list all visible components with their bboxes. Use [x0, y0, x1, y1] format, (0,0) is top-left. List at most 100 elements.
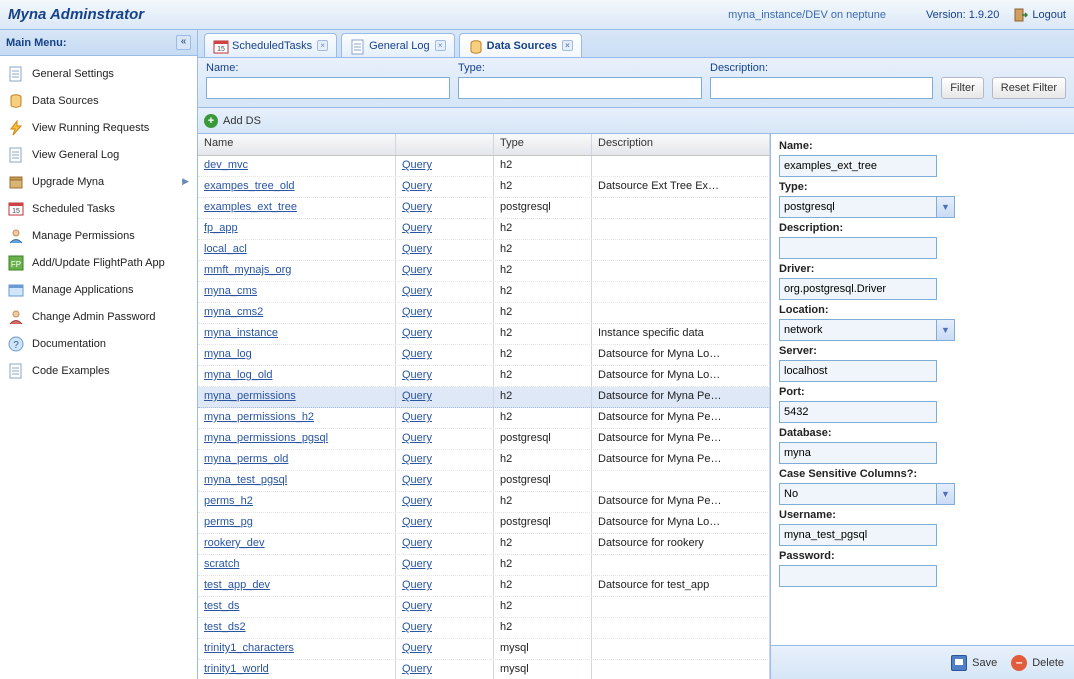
query-link[interactable]: Query [402, 642, 432, 654]
logout-button[interactable]: Logout [1014, 8, 1066, 22]
query-link[interactable]: Query [402, 621, 432, 633]
table-row[interactable]: examples_ext_tree Query postgresql [198, 198, 770, 219]
table-row[interactable]: myna_test_pgsql Query postgresql [198, 471, 770, 492]
sidebar-item-upgrade-myna[interactable]: Upgrade Myna ▶ [0, 168, 197, 195]
query-link[interactable]: Query [402, 537, 432, 549]
ds-name-link[interactable]: scratch [204, 558, 239, 570]
ds-name-link[interactable]: perms_pg [204, 516, 253, 528]
table-row[interactable]: perms_pg Query postgresql Datsource for … [198, 513, 770, 534]
table-row[interactable]: myna_permissions_h2 Query h2 Datsource f… [198, 408, 770, 429]
sidebar-item-data-sources[interactable]: Data Sources [0, 87, 197, 114]
fld-type-caret[interactable]: ▼ [937, 196, 955, 218]
sidebar-item-add-update-flightpath-app[interactable]: FP Add/Update FlightPath App [0, 249, 197, 276]
query-link[interactable]: Query [402, 243, 432, 255]
table-row[interactable]: myna_log_old Query h2 Datsource for Myna… [198, 366, 770, 387]
ds-name-link[interactable]: myna_log [204, 348, 252, 360]
ds-name-link[interactable]: test_ds2 [204, 621, 246, 633]
query-link[interactable]: Query [402, 474, 432, 486]
sidebar-item-code-examples[interactable]: Code Examples [0, 357, 197, 384]
table-row[interactable]: fp_app Query h2 [198, 219, 770, 240]
fld-server-input[interactable] [779, 360, 937, 382]
col-header-name[interactable]: Name [198, 134, 396, 155]
reset-filter-button[interactable]: Reset Filter [992, 77, 1066, 99]
table-row[interactable]: myna_permissions_pgsql Query postgresql … [198, 429, 770, 450]
ds-name-link[interactable]: myna_permissions_pgsql [204, 432, 328, 444]
table-row[interactable]: exampes_tree_old Query h2 Datsource Ext … [198, 177, 770, 198]
filter-name-input[interactable] [206, 77, 450, 99]
table-row[interactable]: myna_instance Query h2 Instance specific… [198, 324, 770, 345]
query-link[interactable]: Query [402, 558, 432, 570]
table-row[interactable]: perms_h2 Query h2 Datsource for Myna Pe… [198, 492, 770, 513]
fld-username-input[interactable] [779, 524, 937, 546]
table-row[interactable]: dev_mvc Query h2 [198, 156, 770, 177]
sidebar-item-general-settings[interactable]: General Settings [0, 60, 197, 87]
sidebar-item-change-admin-password[interactable]: Change Admin Password [0, 303, 197, 330]
ds-name-link[interactable]: dev_mvc [204, 159, 248, 171]
ds-name-link[interactable]: myna_permissions_h2 [204, 411, 314, 423]
ds-name-link[interactable]: myna_cms [204, 285, 257, 297]
ds-name-link[interactable]: myna_test_pgsql [204, 474, 287, 486]
ds-name-link[interactable]: fp_app [204, 222, 238, 234]
table-row[interactable]: mmft_mynajs_org Query h2 [198, 261, 770, 282]
table-row[interactable]: myna_cms Query h2 [198, 282, 770, 303]
query-link[interactable]: Query [402, 495, 432, 507]
sidebar-item-documentation[interactable]: ? Documentation [0, 330, 197, 357]
ds-name-link[interactable]: myna_instance [204, 327, 278, 339]
tab-close-button[interactable]: × [562, 40, 573, 51]
table-row[interactable]: test_ds2 Query h2 [198, 618, 770, 639]
ds-name-link[interactable]: examples_ext_tree [204, 201, 297, 213]
table-row[interactable]: myna_perms_old Query h2 Datsource for My… [198, 450, 770, 471]
query-link[interactable]: Query [402, 180, 432, 192]
query-link[interactable]: Query [402, 600, 432, 612]
ds-name-link[interactable]: myna_perms_old [204, 453, 288, 465]
table-row[interactable]: test_app_dev Query h2 Datsource for test… [198, 576, 770, 597]
fld-name-input[interactable] [779, 155, 937, 177]
tab-general-log[interactable]: General Log × [341, 33, 455, 57]
table-row[interactable]: myna_log Query h2 Datsource for Myna Lo… [198, 345, 770, 366]
sidebar-item-scheduled-tasks[interactable]: 15 Scheduled Tasks [0, 195, 197, 222]
query-link[interactable]: Query [402, 222, 432, 234]
table-row[interactable]: test_ds Query h2 [198, 597, 770, 618]
ds-name-link[interactable]: local_acl [204, 243, 247, 255]
sidebar-item-manage-applications[interactable]: Manage Applications [0, 276, 197, 303]
query-link[interactable]: Query [402, 369, 432, 381]
sidebar-item-view-running-requests[interactable]: View Running Requests [0, 114, 197, 141]
table-row[interactable]: local_acl Query h2 [198, 240, 770, 261]
table-row[interactable]: rookery_dev Query h2 Datsource for rooke… [198, 534, 770, 555]
fld-csc-caret[interactable]: ▼ [937, 483, 955, 505]
table-row[interactable]: scratch Query h2 [198, 555, 770, 576]
col-header-query[interactable] [396, 134, 494, 155]
fld-driver-input[interactable] [779, 278, 937, 300]
col-header-desc[interactable]: Description [592, 134, 770, 155]
ds-name-link[interactable]: trinity1_world [204, 663, 269, 675]
query-link[interactable]: Query [402, 663, 432, 675]
fld-location-caret[interactable]: ▼ [937, 319, 955, 341]
query-link[interactable]: Query [402, 327, 432, 339]
table-row[interactable]: trinity1_characters Query mysql [198, 639, 770, 660]
query-link[interactable]: Query [402, 201, 432, 213]
query-link[interactable]: Query [402, 159, 432, 171]
fld-port-input[interactable] [779, 401, 937, 423]
add-ds-button[interactable]: Add DS [223, 115, 261, 127]
fld-desc-input[interactable] [779, 237, 937, 259]
tab-close-button[interactable]: × [317, 40, 328, 51]
sidebar-item-manage-permissions[interactable]: Manage Permissions [0, 222, 197, 249]
table-row[interactable]: myna_cms2 Query h2 [198, 303, 770, 324]
table-row[interactable]: myna_permissions Query h2 Datsource for … [198, 387, 770, 408]
ds-name-link[interactable]: exampes_tree_old [204, 180, 295, 192]
fld-password-input[interactable] [779, 565, 937, 587]
filter-button[interactable]: Filter [941, 77, 983, 99]
query-link[interactable]: Query [402, 453, 432, 465]
tab-data-sources[interactable]: Data Sources × [459, 33, 582, 57]
ds-name-link[interactable]: myna_cms2 [204, 306, 263, 318]
query-link[interactable]: Query [402, 390, 432, 402]
ds-name-link[interactable]: test_ds [204, 600, 239, 612]
ds-name-link[interactable]: test_app_dev [204, 579, 270, 591]
save-button[interactable]: Save [951, 655, 997, 671]
grid-body[interactable]: dev_mvc Query h2 exampes_tree_old Query … [198, 156, 770, 679]
query-link[interactable]: Query [402, 348, 432, 360]
query-link[interactable]: Query [402, 264, 432, 276]
query-link[interactable]: Query [402, 285, 432, 297]
filter-desc-input[interactable] [710, 77, 933, 99]
query-link[interactable]: Query [402, 516, 432, 528]
